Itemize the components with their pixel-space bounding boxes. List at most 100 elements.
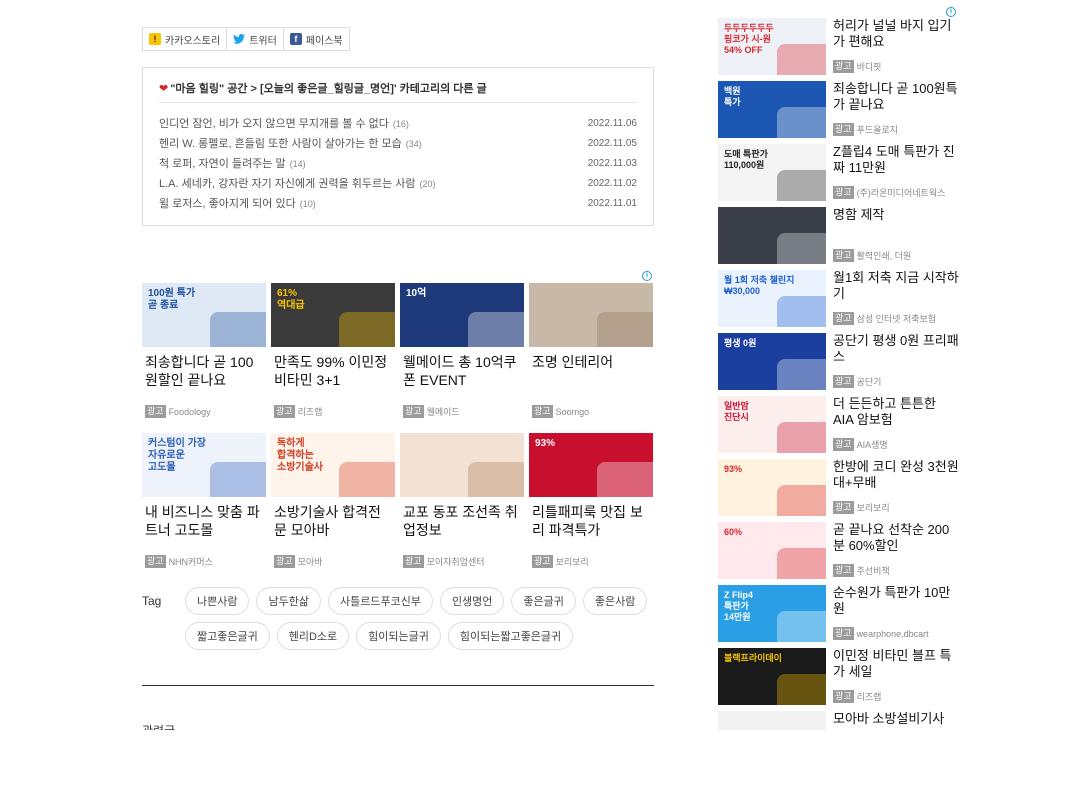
side-ad-text: 공단기 평생 0원 프리패스 광고 공단기 bbox=[833, 333, 959, 396]
ad-source: 광고 모이자취업센터 bbox=[403, 555, 485, 568]
ad-source: 광고 주선비책 bbox=[833, 564, 890, 577]
thumbnail-text: 두두두두두두 핑코가 시-원 54% OFF bbox=[724, 23, 774, 55]
share-facebook-button[interactable]: f 페이스북 bbox=[284, 28, 349, 50]
side-ad-item[interactable]: Z Flip4 특판가 14만원 순수원가 특판가 10만원 광고 wearphone… bbox=[718, 585, 963, 648]
ad-card[interactable]: 61% 역대급 만족도 99% 이민정비타민 3+1 광고 리즈랩 bbox=[271, 283, 395, 433]
tag-chip[interactable]: 힘이되는짧고좋은글귀 bbox=[447, 622, 574, 650]
tag-chip[interactable]: 헨리D소로 bbox=[276, 622, 350, 650]
post-comment-count: (10) bbox=[299, 199, 316, 209]
tag-chip[interactable]: 인생명언 bbox=[439, 587, 505, 615]
side-ad-title: 더 든든하고 튼튼한 AIA 암보험 bbox=[833, 396, 936, 427]
side-ad-item[interactable]: 백원 특가 죄송합니다 곧 100원특가 끝나요 광고 푸드올로지 bbox=[718, 81, 963, 144]
side-ad-text: 월1회 저축 지금 시작하기 광고 삼성 인터넷 저축보험 bbox=[833, 270, 959, 333]
thumbnail-text: 93% bbox=[535, 438, 556, 449]
thumbnail-text: 100원 특가 곧 종료 bbox=[148, 288, 196, 311]
ad-source: 광고 모아바 bbox=[274, 555, 322, 568]
ad-card[interactable]: 100원 특가 곧 종료 죄송합니다 곧 100원할인 끝나요 광고 Foodolog… bbox=[142, 283, 266, 433]
thumbnail-text: 61% 역대급 bbox=[277, 288, 305, 311]
tag-chip[interactable]: 나쁜사람 bbox=[185, 587, 250, 615]
category-post-item[interactable]: L.A. 세네카, 강자란 자기 자신에게 권력을 휘두르는 사람 (20) 20… bbox=[159, 173, 637, 193]
side-ad-text: Z플립4 도매 특판가 진짜 11만원 광고 (주)라온미디어네트웍스 bbox=[833, 144, 959, 207]
side-ad-item[interactable]: 일반암 진단시 더 든든하고 튼튼한 AIA 암보험광고 AIA생명 bbox=[718, 396, 963, 459]
ad-badge: 광고 bbox=[833, 375, 854, 388]
ad-card[interactable]: 93% 리틀패피룩 맛집 보리 파격특가 광고 보리보리 bbox=[529, 433, 653, 583]
post-date: 2022.11.02 bbox=[587, 177, 637, 189]
side-ad-thumbnail: 블랙프라이데이 bbox=[718, 648, 826, 705]
ad-advertiser-name: 리즈랩 bbox=[297, 407, 323, 417]
side-ad-item[interactable]: 도매 특판가 110,000원 Z플립4 도매 특판가 진짜 11만원 광고 (주)라… bbox=[718, 144, 963, 207]
post-date: 2022.11.06 bbox=[587, 117, 637, 129]
grid-ad-thumbnail: 10억 bbox=[400, 283, 524, 347]
ad-info-icon[interactable]: i bbox=[642, 271, 652, 281]
tag-chip[interactable]: 사틀르드푸코신부 bbox=[327, 587, 433, 615]
thumbnail-decoration bbox=[597, 462, 653, 497]
tag-chip[interactable]: 남두한삶 bbox=[256, 587, 321, 615]
side-ad-item[interactable]: 평생 0원 공단기 평생 0원 프리패스 광고 공단기 bbox=[718, 333, 963, 396]
ad-card[interactable]: 조명 인테리어 광고 Soomgo bbox=[529, 283, 653, 433]
ad-source: 광고 리즈랩 bbox=[833, 690, 881, 703]
ad-title: 웰메이드 총 10억쿠폰 EVENT bbox=[403, 354, 517, 388]
ad-card[interactable]: 커스텀이 가장 자유로운 고도몰 내 비즈니스 맞춤 파트너 고도몰 광고 NHN커머… bbox=[142, 433, 266, 583]
side-ad-title: 허리가 널널 바지 입기가 편해요 bbox=[833, 18, 952, 49]
side-ad-item[interactable]: 93% 한방에 코디 완성 3천원대+무배 광고 보리보리 bbox=[718, 459, 963, 522]
side-ad-column: 두두두두두두 핑코가 시-원 54% OFF 허리가 널널 바지 입기가 편해요광… bbox=[718, 18, 963, 730]
side-ad-thumbnail: 일반암 진단시 bbox=[718, 396, 826, 453]
side-ad-item[interactable]: 명함 제작 광고 활력인쇄, 더원 bbox=[718, 207, 963, 270]
ad-advertiser-name: 바디핏 bbox=[856, 62, 882, 72]
thumbnail-text: 평생 0원 bbox=[724, 338, 757, 348]
ad-advertiser-name: 푸드올로지 bbox=[856, 125, 898, 135]
post-title: 척 로퍼, 자연이 들려주는 말 bbox=[159, 158, 286, 170]
side-ad-thumbnail: 백원 특가 bbox=[718, 81, 826, 138]
tag-chip[interactable]: 힘이되는글귀 bbox=[356, 622, 441, 650]
ad-card[interactable]: 교포 동포 조선족 취업정보광고 모이자취업센터 bbox=[400, 433, 524, 583]
ad-badge: 광고 bbox=[833, 312, 854, 325]
tag-chip[interactable]: 좋은글귀 bbox=[511, 587, 576, 615]
side-ad-text: 허리가 널널 바지 입기가 편해요광고 바디핏 bbox=[833, 18, 959, 81]
ad-card[interactable]: 독하게 합격하는 소방기술사 소방기술사 합격전문 모아바 광고 모아바 bbox=[271, 433, 395, 583]
side-ad-item[interactable]: 모아바 소방설비기사광고모아바 bbox=[718, 711, 963, 730]
facebook-icon: f bbox=[289, 33, 302, 45]
kakaostory-icon: ! bbox=[149, 33, 161, 45]
side-ad-item[interactable]: 블랙프라이데이 이민정 비타민 블프 특가 세일 광고 리즈랩 bbox=[718, 648, 963, 711]
ad-badge: 광고 bbox=[833, 501, 854, 514]
post-date: 2022.11.01 bbox=[587, 197, 637, 209]
thumbnail-text: Z Flip4 특판가 14만원 bbox=[724, 590, 753, 622]
side-ad-item[interactable]: 60% 곧 끝나요 선착순 200분 60%할인 광고 주선비책 bbox=[718, 522, 963, 585]
ad-title: 내 비즈니스 맞춤 파트너 고도몰 bbox=[145, 504, 260, 538]
tag-chip[interactable]: 짧고좋은글귀 bbox=[185, 622, 270, 650]
category-heading[interactable]: ❤ "마음 힐링" 공간 > [오늘의 좋은글_힐링글_명언]' 카테고리의 다… bbox=[159, 80, 637, 103]
side-ad-text: 이민정 비타민 블프 특가 세일 광고 리즈랩 bbox=[833, 648, 959, 711]
side-ad-info-icon[interactable]: i bbox=[946, 7, 956, 17]
category-post-item[interactable]: 인디언 잠언, 비가 오지 않으면 무지개를 볼 수 없다 (16) 2022.1… bbox=[159, 113, 637, 133]
side-ad-item[interactable]: 두두두두두두 핑코가 시-원 54% OFF 허리가 널널 바지 입기가 편해요광… bbox=[718, 18, 963, 81]
thumbnail-decoration bbox=[339, 462, 395, 497]
category-post-item[interactable]: 헨리 W. 롱펠로, 흔들림 또한 사람이 살아가는 한 모습 (34) 2022… bbox=[159, 133, 637, 153]
share-twitter-button[interactable]: 트위터 bbox=[227, 28, 284, 50]
ad-title: 교포 동포 조선족 취업정보 bbox=[403, 504, 518, 538]
category-post-item[interactable]: 척 로퍼, 자연이 들려주는 말 (14) 2022.11.03 bbox=[159, 153, 637, 173]
side-ad-title: 한방에 코디 완성 3천원대+무배 bbox=[833, 459, 959, 490]
post-title: 인디언 잠언, 비가 오지 않으면 무지개를 볼 수 없다 bbox=[159, 118, 389, 130]
thumbnail-decoration bbox=[777, 485, 826, 516]
category-post-item[interactable]: 윌 로저스, 좋아지게 되어 있다 (10) 2022.11.01 bbox=[159, 193, 637, 213]
ad-badge: 광고 bbox=[833, 627, 854, 640]
ad-badge: 광고 bbox=[833, 564, 854, 577]
ad-badge: 광고 bbox=[274, 405, 295, 418]
ad-badge: 광고 bbox=[833, 60, 854, 73]
ad-card[interactable]: 10억 웰메이드 총 10억쿠폰 EVENT 광고 웰메이드 bbox=[400, 283, 524, 433]
ad-badge: 광고 bbox=[833, 249, 854, 262]
ad-source: 광고 AIA생명 bbox=[833, 438, 888, 451]
share-kakaostory-button[interactable]: ! 카카오스토리 bbox=[143, 28, 228, 50]
ad-advertiser-name: AIA생명 bbox=[856, 440, 888, 450]
share-facebook-label: 페이스북 bbox=[305, 35, 343, 47]
side-ad-thumbnail: Z Flip4 특판가 14만원 bbox=[718, 585, 826, 642]
side-ad-item[interactable]: 월 1회 저축 챌린지 ₩30,000 월1회 저축 지금 시작하기 광고 삼성 인터… bbox=[718, 270, 963, 333]
grid-ad-thumbnail: 93% bbox=[529, 433, 653, 497]
thumbnail-decoration bbox=[777, 233, 826, 264]
grid-ad-thumbnail: 100원 특가 곧 종료 bbox=[142, 283, 266, 347]
thumbnail-decoration bbox=[468, 312, 524, 347]
tag-chip[interactable]: 좋은사람 bbox=[582, 587, 648, 615]
post-comment-count: (20) bbox=[419, 179, 436, 189]
ad-badge: 광고 bbox=[833, 438, 854, 451]
thumbnail-decoration bbox=[777, 107, 826, 138]
